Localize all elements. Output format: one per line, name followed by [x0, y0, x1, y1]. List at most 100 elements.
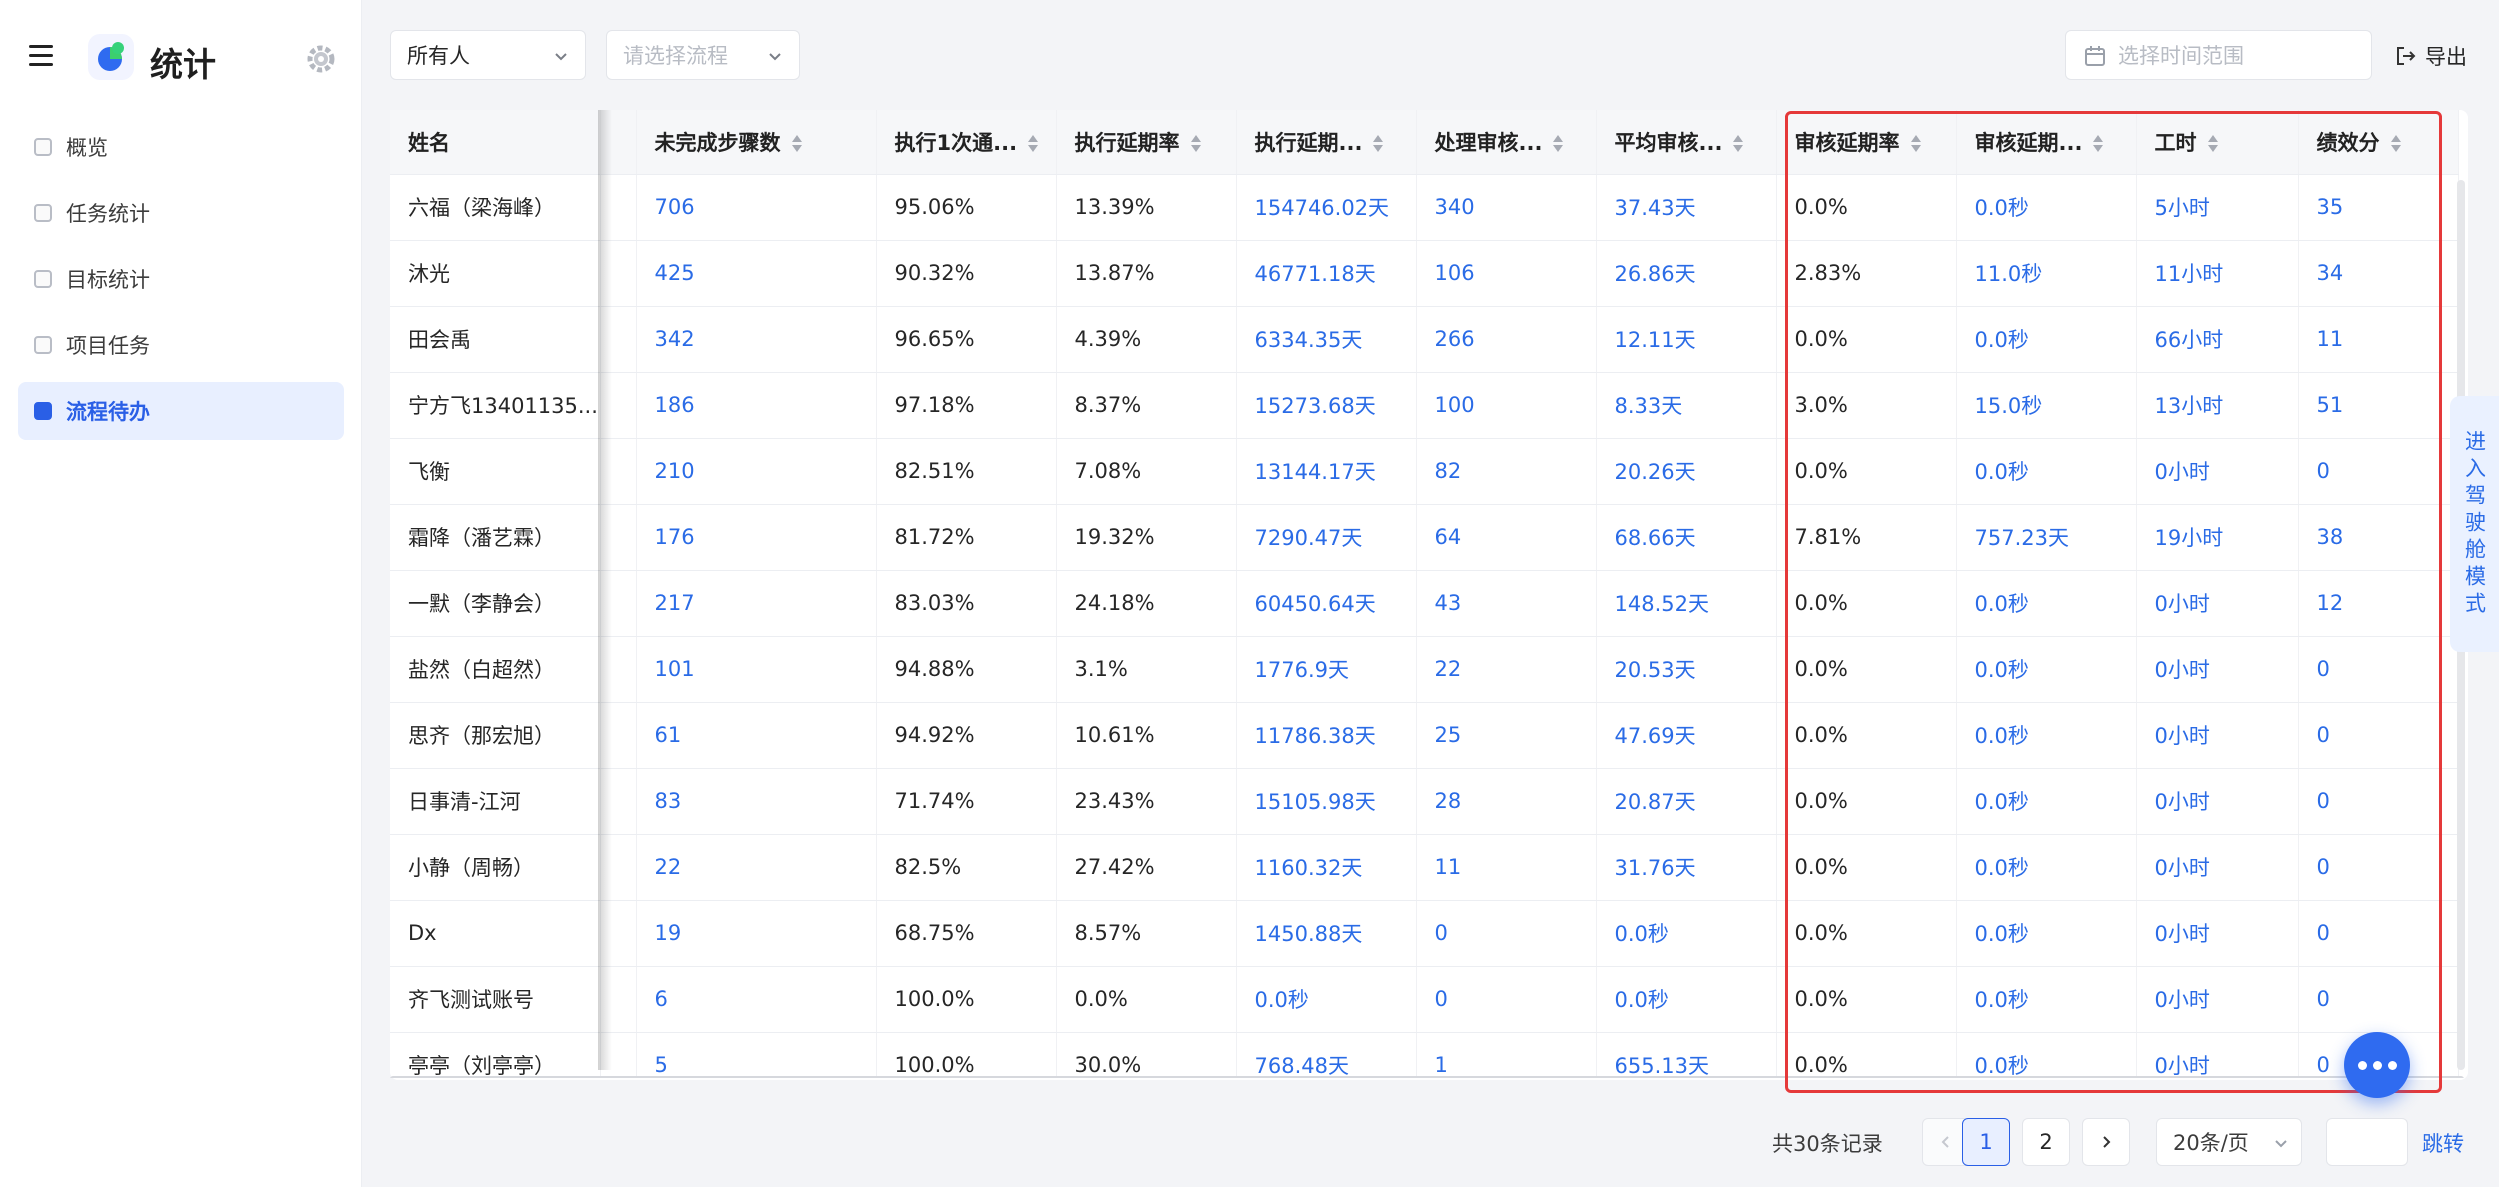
- owner-select[interactable]: 所有人: [390, 30, 586, 80]
- cell-incomplete-steps[interactable]: 342: [636, 306, 877, 373]
- cell-review-delay-duration[interactable]: 0.0秒: [1956, 174, 2137, 241]
- cell-exec-delay-duration[interactable]: 0.0秒: [1236, 966, 1417, 1033]
- cell-performance-score[interactable]: 0: [2298, 768, 2459, 835]
- cell-work-hours[interactable]: 66小时: [2136, 306, 2299, 373]
- cell-work-hours[interactable]: 5小时: [2136, 174, 2299, 241]
- cell-review-count[interactable]: 82: [1416, 438, 1597, 505]
- cell-work-hours[interactable]: 0小时: [2136, 438, 2299, 505]
- cell-review-delay-duration[interactable]: 0.0秒: [1956, 900, 2137, 967]
- cell-exec-delay-duration[interactable]: 154746.02天: [1236, 174, 1417, 241]
- stats-table[interactable]: 姓名 未完成步骤数 执行1次通... 执行延期率 执行延期... 处理审核... 平均审核.…: [390, 110, 2465, 1078]
- cell-performance-score[interactable]: 0: [2298, 900, 2459, 967]
- cell-exec-delay-duration[interactable]: 7290.47天: [1236, 504, 1417, 571]
- cell-incomplete-steps[interactable]: 425: [636, 240, 877, 307]
- cell-incomplete-steps[interactable]: 101: [636, 636, 877, 703]
- cell-work-hours[interactable]: 0小时: [2136, 702, 2299, 769]
- export-button[interactable]: 导出: [2395, 38, 2467, 74]
- cell-review-delay-duration[interactable]: 757.23天: [1956, 504, 2137, 571]
- header-exec-first-pass-rate[interactable]: 执行1次通...: [876, 110, 1057, 175]
- cell-review-delay-duration[interactable]: 0.0秒: [1956, 438, 2137, 505]
- cell-review-delay-duration[interactable]: 11.0秒: [1956, 240, 2137, 307]
- cell-work-hours[interactable]: 11小时: [2136, 240, 2299, 307]
- cell-performance-score[interactable]: 38: [2298, 504, 2459, 571]
- cell-work-hours[interactable]: 0小时: [2136, 570, 2299, 637]
- cell-performance-score[interactable]: 0: [2298, 834, 2459, 901]
- cell-performance-score[interactable]: 0: [2298, 702, 2459, 769]
- cell-exec-delay-duration[interactable]: 768.48天: [1236, 1032, 1417, 1078]
- cell-review-count[interactable]: 43: [1416, 570, 1597, 637]
- cell-incomplete-steps[interactable]: 5: [636, 1032, 877, 1078]
- cell-review-delay-duration[interactable]: 0.0秒: [1956, 1032, 2137, 1078]
- gear-icon[interactable]: [306, 44, 336, 74]
- cell-incomplete-steps[interactable]: 210: [636, 438, 877, 505]
- cell-incomplete-steps[interactable]: 6: [636, 966, 877, 1033]
- cell-work-hours[interactable]: 0小时: [2136, 636, 2299, 703]
- cell-exec-delay-duration[interactable]: 1160.32天: [1236, 834, 1417, 901]
- cell-incomplete-steps[interactable]: 217: [636, 570, 877, 637]
- sort-icon[interactable]: [1372, 134, 1384, 153]
- page-size-select[interactable]: 20条/页: [2156, 1118, 2302, 1166]
- cell-review-delay-duration[interactable]: 0.0秒: [1956, 636, 2137, 703]
- sort-icon[interactable]: [1027, 134, 1039, 153]
- cell-performance-score[interactable]: 12: [2298, 570, 2459, 637]
- sort-icon[interactable]: [2207, 134, 2219, 153]
- cell-work-hours[interactable]: 0小时: [2136, 834, 2299, 901]
- cell-review-delay-duration[interactable]: 0.0秒: [1956, 966, 2137, 1033]
- cell-performance-score[interactable]: 0: [2298, 438, 2459, 505]
- cell-review-delay-duration[interactable]: 0.0秒: [1956, 768, 2137, 835]
- header-avg-review-time[interactable]: 平均审核...: [1596, 110, 1777, 175]
- cell-exec-delay-duration[interactable]: 6334.35天: [1236, 306, 1417, 373]
- sort-icon[interactable]: [791, 134, 803, 153]
- cell-review-count[interactable]: 22: [1416, 636, 1597, 703]
- cell-review-delay-duration[interactable]: 0.0秒: [1956, 834, 2137, 901]
- cell-avg-review-time[interactable]: 0.0秒: [1596, 900, 1777, 967]
- cell-avg-review-time[interactable]: 8.33天: [1596, 372, 1777, 439]
- header-review-delay-rate[interactable]: 审核延期率: [1776, 110, 1957, 175]
- cell-performance-score[interactable]: 51: [2298, 372, 2459, 439]
- page-button-1[interactable]: 1: [1962, 1118, 2010, 1166]
- header-performance-score[interactable]: 绩效分: [2298, 110, 2459, 175]
- cell-performance-score[interactable]: 34: [2298, 240, 2459, 307]
- cell-incomplete-steps[interactable]: 19: [636, 900, 877, 967]
- cell-incomplete-steps[interactable]: 83: [636, 768, 877, 835]
- cell-work-hours[interactable]: 0小时: [2136, 966, 2299, 1033]
- more-actions-button[interactable]: [2344, 1032, 2410, 1098]
- sidebar-item-task-stats[interactable]: 任务统计: [18, 184, 344, 242]
- cell-incomplete-steps[interactable]: 22: [636, 834, 877, 901]
- header-review-count[interactable]: 处理审核...: [1416, 110, 1597, 175]
- sort-icon[interactable]: [1190, 134, 1202, 153]
- header-incomplete-steps[interactable]: 未完成步骤数: [636, 110, 877, 175]
- cell-review-count[interactable]: 11: [1416, 834, 1597, 901]
- cell-review-count[interactable]: 1: [1416, 1032, 1597, 1078]
- cell-exec-delay-duration[interactable]: 11786.38天: [1236, 702, 1417, 769]
- cell-avg-review-time[interactable]: 655.13天: [1596, 1032, 1777, 1078]
- cell-performance-score[interactable]: 0: [2298, 966, 2459, 1033]
- cell-exec-delay-duration[interactable]: 1450.88天: [1236, 900, 1417, 967]
- next-page-button[interactable]: [2082, 1118, 2130, 1166]
- header-exec-delay-rate[interactable]: 执行延期率: [1056, 110, 1237, 175]
- cell-work-hours[interactable]: 0小时: [2136, 768, 2299, 835]
- process-select[interactable]: 请选择流程: [606, 30, 800, 80]
- cell-exec-delay-duration[interactable]: 1776.9天: [1236, 636, 1417, 703]
- header-exec-delay-duration[interactable]: 执行延期...: [1236, 110, 1417, 175]
- cell-incomplete-steps[interactable]: 176: [636, 504, 877, 571]
- cell-performance-score[interactable]: 11: [2298, 306, 2459, 373]
- sort-icon[interactable]: [1552, 134, 1564, 153]
- date-range-picker[interactable]: 选择时间范围: [2065, 30, 2372, 80]
- sort-icon[interactable]: [1732, 134, 1744, 153]
- cell-review-count[interactable]: 106: [1416, 240, 1597, 307]
- cell-review-count[interactable]: 0: [1416, 900, 1597, 967]
- jump-button[interactable]: 跳转: [2422, 1128, 2464, 1158]
- sort-icon[interactable]: [2390, 134, 2402, 153]
- sidebar-item-goal-stats[interactable]: 目标统计: [18, 250, 344, 308]
- cell-exec-delay-duration[interactable]: 60450.64天: [1236, 570, 1417, 637]
- sidebar-item-project-tasks[interactable]: 项目任务: [18, 316, 344, 374]
- cell-avg-review-time[interactable]: 148.52天: [1596, 570, 1777, 637]
- cell-exec-delay-duration[interactable]: 15105.98天: [1236, 768, 1417, 835]
- cell-incomplete-steps[interactable]: 706: [636, 174, 877, 241]
- sidebar-item-overview[interactable]: 概览: [18, 118, 344, 176]
- cockpit-mode-tab[interactable]: 进入驾驶舱模式: [2450, 396, 2499, 652]
- cell-avg-review-time[interactable]: 20.26天: [1596, 438, 1777, 505]
- header-review-delay-duration[interactable]: 审核延期...: [1956, 110, 2137, 175]
- cell-review-delay-duration[interactable]: 0.0秒: [1956, 702, 2137, 769]
